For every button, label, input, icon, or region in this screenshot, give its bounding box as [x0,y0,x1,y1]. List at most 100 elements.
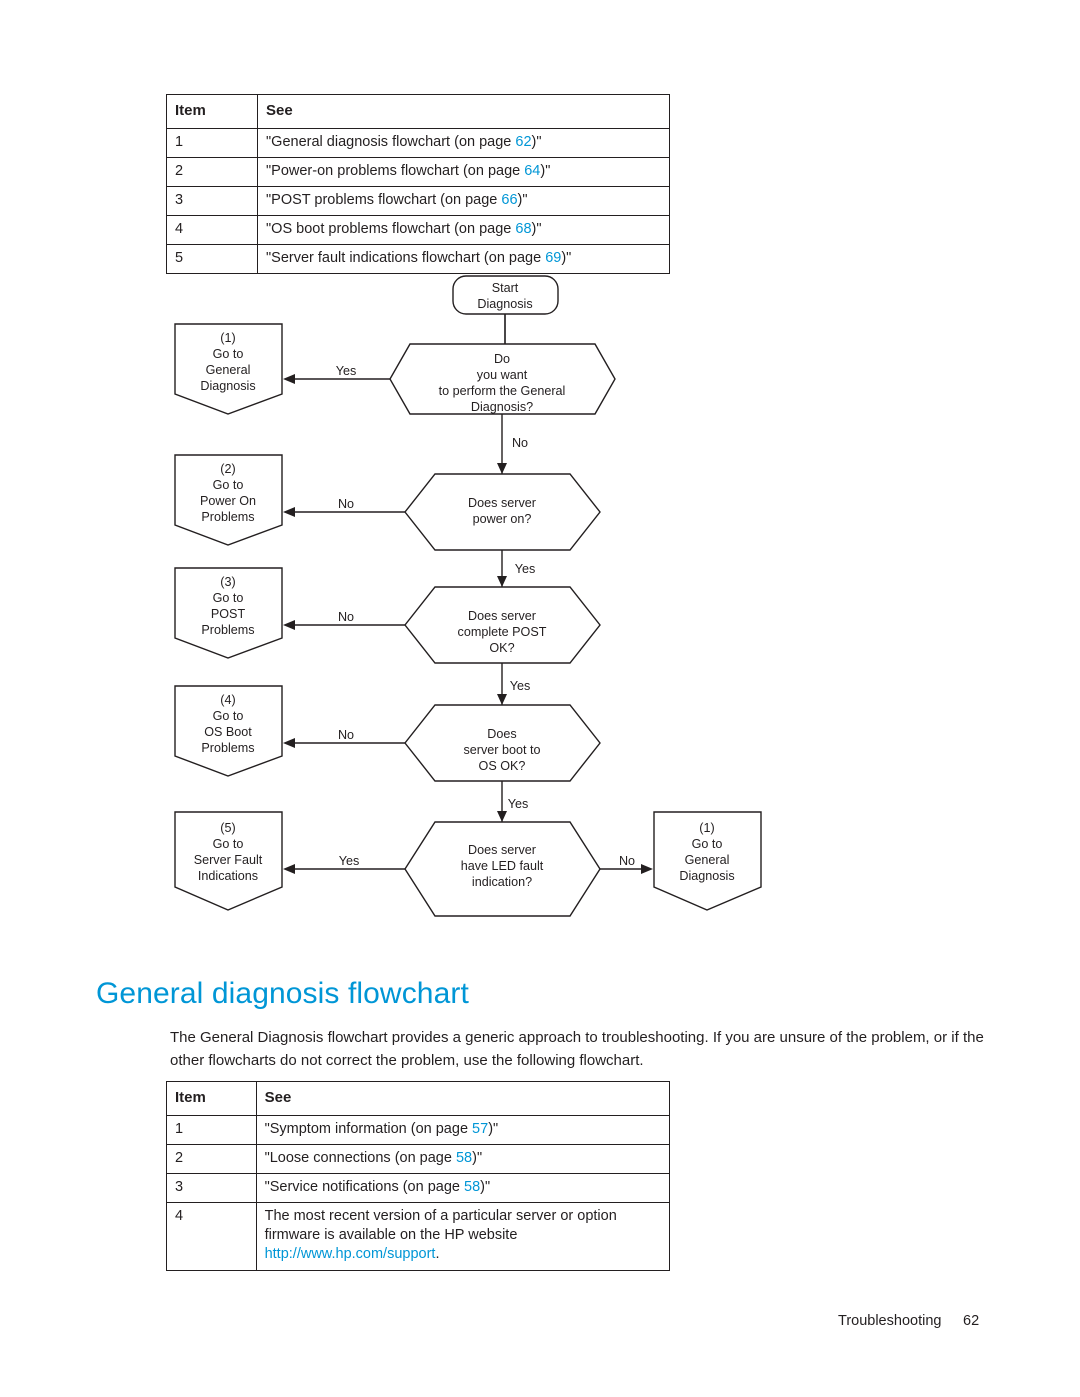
page-number-link[interactable]: 58 [464,1179,480,1195]
cell-see: "Loose connections (on page 58)" [255,1143,671,1175]
table-row: 4 The most recent version of a particula… [166,1202,671,1271]
table-row: 4 "OS boot problems flowchart (on page 6… [165,215,670,246]
page-number-link[interactable]: 68 [515,221,531,237]
table-row: 2 "Loose connections (on page 58)" [166,1143,671,1175]
see-text-post: )" [488,1120,499,1137]
cell-item: 3 [166,1173,257,1204]
decision-1-no-label: No [512,436,528,450]
decision-3-no-label: No [338,610,354,624]
firmware-note-line3: http://www.hp.com/support. [265,1245,661,1264]
table-row: 3 "POST problems flowchart (on page 66)" [165,186,670,217]
cell-see: "Symptom information (on page 57)" [255,1114,671,1145]
action-2-line3: Problems [201,510,254,524]
cell-item: 4 [166,1202,257,1271]
decision-5-line3: indication? [472,875,532,889]
column-header-item: Item [165,94,259,129]
cell-item: 3 [165,186,259,217]
general-diagnosis-table: Item See 1 "Symptom information (on page… [166,1081,671,1271]
cell-item: 2 [165,156,259,188]
table-header-row: Item See [165,94,670,129]
see-text-pre: "Service notifications (on page [264,1179,464,1196]
table-row: 2 "Power-on problems flowchart (on page … [165,156,670,188]
decision-5-no-label: No [619,854,635,868]
decision-4-line3: OS OK? [479,759,526,773]
table-row: 3 "Service notifications (on page 58)" [166,1173,671,1204]
decision-1-line2: you want [477,368,528,382]
decision-4-yes-label: Yes [508,797,529,811]
decision-1-line4: Diagnosis? [471,400,533,414]
decision-5-line1: Does server [468,843,536,857]
cell-see: "Power-on problems flowchart (on page 64… [257,156,670,188]
table-row: 1 "General diagnosis flowchart (on page … [165,127,670,158]
see-text-pre: "OS boot problems flowchart (on page [266,221,516,238]
cell-see: The most recent version of a particular … [255,1202,671,1271]
see-text-post: )" [517,192,528,209]
decision-1-line3: to perform the General [439,384,566,398]
start-label-line2: Diagnosis [477,297,532,311]
cell-see: "OS boot problems flowchart (on page 68)… [257,215,670,246]
action-5-line1: Go to [213,837,244,851]
decision-4-line2: server boot to [463,743,540,757]
page-title: General diagnosis flowchart [96,977,469,1010]
action-6-line1: Go to [692,837,723,851]
decision-2-no-label: No [338,497,354,511]
action-6-number: (1) [699,821,714,835]
footer-page-number: 62 [963,1313,980,1329]
column-header-item: Item [166,1081,257,1116]
decision-1-yes-label: Yes [336,364,357,378]
page-number-link[interactable]: 57 [472,1121,488,1137]
decision-5-yes-label: Yes [339,854,360,868]
document-page: Item See 1 "General diagnosis flowchart … [0,0,1080,1397]
see-text-post: )" [480,1179,491,1196]
troubleshooting-flowchart-diagram: Start Diagnosis Do you want to perform t… [150,262,830,942]
page-number-link[interactable]: 58 [456,1150,472,1166]
intro-paragraph: The General Diagnosis flowchart provides… [170,1029,984,1070]
cell-item: 4 [165,215,259,246]
firmware-note-period: . [435,1246,440,1263]
firmware-note-line2: firmware is available on the HP website [264,1227,518,1244]
see-text-pre: "Loose connections (on page [264,1149,456,1166]
action-1-line1: Go to [213,347,244,361]
see-text-post: )" [531,221,542,238]
page-number-link[interactable]: 62 [515,134,531,150]
action-2-line2: Power On [200,494,256,508]
page-number-link[interactable]: 66 [501,192,517,208]
decision-5-line2: have LED fault [461,859,544,873]
see-text-pre: "General diagnosis flowchart (on page [266,133,516,150]
action-6-line3: Diagnosis [679,869,734,883]
hp-support-link[interactable]: http://www.hp.com/support [265,1246,436,1262]
cell-item: 2 [166,1143,257,1175]
action-1-line2: General [206,363,251,377]
firmware-note-line1: The most recent version of a particular … [264,1208,617,1225]
action-4-line1: Go to [213,709,244,723]
decision-4-line1: Does [487,727,516,741]
action-3-number: (3) [220,575,235,589]
cell-see: "General diagnosis flowchart (on page 62… [257,127,670,158]
action-3-line1: Go to [213,591,244,605]
cell-see: "POST problems flowchart (on page 66)" [257,186,670,217]
page-number-link[interactable]: 64 [524,163,540,179]
action-1-number: (1) [220,331,235,345]
cell-see: "Service notifications (on page 58)" [255,1173,671,1204]
table-row: 1 "Symptom information (on page 57)" [166,1114,671,1145]
see-text-post: )" [531,133,542,150]
decision-3-line1: Does server [468,609,536,623]
column-header-see: See [257,94,670,129]
cell-item: 1 [166,1114,257,1145]
decision-1-line1: Do [494,352,510,366]
footer-section-label: Troubleshooting [838,1313,942,1329]
cell-item: 1 [165,127,259,158]
decision-3-line3: OK? [489,641,514,655]
start-label-line1: Start [492,281,519,295]
action-1-line3: Diagnosis [200,379,255,393]
action-4-line2: OS Boot [204,725,252,739]
action-5-line2: Server Fault [194,853,263,867]
table-header-row: Item See [166,1081,671,1116]
action-3-line2: POST [211,607,246,621]
action-6-line2: General [685,853,730,867]
flowchart-index-table: Item See 1 "General diagnosis flowchart … [165,94,670,275]
see-text-pre: "POST problems flowchart (on page [266,192,502,209]
see-text-pre: "Symptom information (on page [264,1120,473,1137]
action-4-line3: Problems [201,741,254,755]
action-2-number: (2) [220,462,235,476]
